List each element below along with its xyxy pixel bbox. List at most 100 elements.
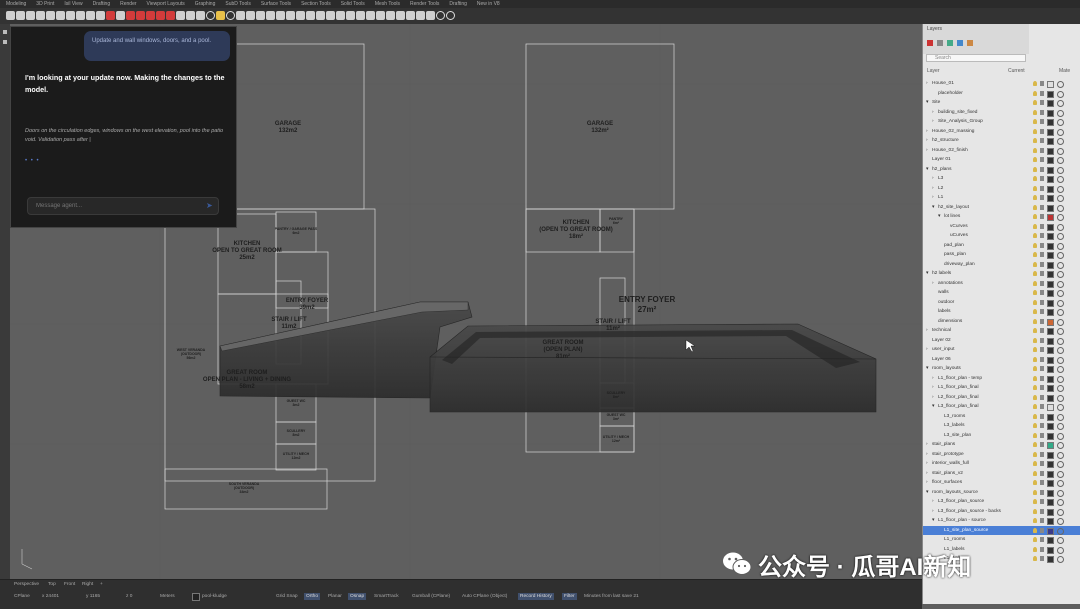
visibility-bulb-icon[interactable] [1033, 432, 1037, 438]
layer-color-swatch[interactable] [1047, 81, 1054, 88]
material-icon[interactable] [1057, 375, 1064, 383]
filter-icon[interactable] [947, 40, 953, 46]
menu-tab[interactable]: Solid Tools [341, 1, 365, 7]
menu-tab[interactable]: Surface Tools [261, 1, 291, 7]
visibility-bulb-icon[interactable] [1033, 309, 1037, 314]
lock-icon[interactable] [1040, 451, 1044, 457]
visibility-bulb-icon[interactable] [1033, 81, 1037, 86]
new-layer-icon[interactable] [927, 40, 933, 46]
lock-icon[interactable] [1040, 385, 1044, 390]
lock-icon[interactable] [1040, 442, 1044, 447]
toolbar-tool-icon[interactable] [356, 11, 365, 20]
layer-color-swatch[interactable] [1047, 461, 1054, 468]
visibility-bulb-icon[interactable] [1033, 138, 1037, 143]
lock-icon[interactable] [1040, 537, 1044, 542]
layer-swatch[interactable] [192, 593, 200, 601]
layer-color-swatch[interactable] [1047, 166, 1054, 174]
layer-color-swatch[interactable] [1047, 214, 1054, 221]
layer-row[interactable]: driveway_plan [923, 260, 1044, 270]
visibility-bulb-icon[interactable] [1033, 252, 1037, 257]
toolbar-tool-icon[interactable] [116, 11, 125, 20]
material-icon[interactable] [1057, 128, 1064, 136]
layer-color-swatch[interactable] [1047, 537, 1054, 544]
menu-tab[interactable]: 3D Print [36, 1, 54, 7]
material-icon[interactable] [1057, 290, 1064, 297]
layer-row[interactable]: › user_input [923, 345, 1032, 355]
layer-row[interactable]: labels [923, 307, 1038, 317]
material-icon[interactable] [1057, 489, 1064, 497]
message-input-box[interactable]: ➤ [27, 197, 219, 215]
visibility-bulb-icon[interactable] [1033, 375, 1037, 381]
toolbar-tool-icon[interactable] [266, 11, 275, 20]
layer-color-swatch[interactable] [1047, 100, 1054, 107]
material-icon[interactable] [1057, 280, 1064, 288]
layer-row[interactable]: Layer 02 [923, 336, 1032, 346]
material-icon[interactable] [1057, 337, 1064, 345]
layer-color-swatch[interactable] [1047, 508, 1054, 516]
layer-color-swatch[interactable] [1047, 432, 1054, 440]
layer-row[interactable]: › L2 [923, 184, 1038, 194]
lock-icon[interactable] [1040, 309, 1044, 314]
visibility-bulb-icon[interactable] [1033, 527, 1037, 533]
send-icon[interactable]: ➤ [206, 202, 214, 210]
move-up-icon[interactable] [957, 40, 963, 46]
toolbar-tool-icon[interactable] [336, 11, 345, 20]
menu-tab[interactable]: Render Tools [410, 1, 439, 7]
visibility-bulb-icon[interactable] [1033, 470, 1037, 476]
lock-icon[interactable] [1040, 337, 1044, 343]
visibility-bulb-icon[interactable] [1033, 204, 1037, 210]
visibility-bulb-icon[interactable] [1033, 147, 1037, 153]
layer-row[interactable]: ▾ h2_plans [923, 165, 1032, 175]
visibility-bulb-icon[interactable] [1033, 280, 1037, 286]
toolbar-tool-icon[interactable] [276, 11, 285, 20]
material-icon[interactable] [1057, 480, 1064, 487]
layer-color-swatch[interactable] [1047, 518, 1054, 525]
menu-tab[interactable]: Isil View [64, 1, 82, 7]
material-icon[interactable] [1057, 138, 1064, 145]
autocplane-toggle[interactable]: Auto CPlane (Object) [462, 594, 507, 599]
toolbar-tool-icon[interactable] [156, 11, 165, 20]
visibility-bulb-icon[interactable] [1033, 461, 1037, 466]
material-icon[interactable] [1057, 546, 1064, 554]
visibility-bulb-icon[interactable] [1033, 556, 1037, 561]
message-input[interactable] [34, 202, 198, 210]
material-icon[interactable] [1057, 499, 1064, 506]
visibility-bulb-icon[interactable] [1033, 299, 1037, 305]
toolbar-tool-icon[interactable] [306, 11, 315, 20]
material-icon[interactable] [1057, 271, 1064, 278]
planar-toggle[interactable]: Planar [328, 594, 342, 599]
lock-icon[interactable] [1040, 233, 1044, 238]
material-icon[interactable] [1057, 442, 1064, 449]
visibility-bulb-icon[interactable] [1033, 185, 1037, 191]
layer-color-swatch[interactable] [1047, 242, 1054, 250]
material-icon[interactable] [1057, 451, 1064, 459]
current-layer[interactable]: pool-kludge [202, 594, 227, 599]
lock-icon[interactable] [1040, 480, 1044, 485]
smarttrack-toggle[interactable]: SmartTrack [374, 594, 399, 599]
material-icon[interactable] [1057, 423, 1064, 430]
layer-color-swatch[interactable] [1047, 347, 1054, 354]
material-icon[interactable] [1057, 157, 1064, 164]
visibility-bulb-icon[interactable] [1033, 366, 1037, 371]
layer-row[interactable]: › interior_walls_full [923, 459, 1032, 469]
toolbar-tool-icon[interactable] [236, 11, 245, 20]
viewport-tab-top[interactable]: Top [48, 582, 56, 587]
toolbar-tool-icon[interactable] [136, 11, 145, 20]
material-icon[interactable] [1057, 347, 1064, 354]
toolbar-tool-icon[interactable] [406, 11, 415, 20]
visibility-bulb-icon[interactable] [1033, 261, 1037, 267]
ortho-toggle[interactable]: Ortho [304, 593, 320, 600]
layer-color-swatch[interactable] [1047, 185, 1054, 193]
visibility-bulb-icon[interactable] [1033, 537, 1037, 542]
lock-icon[interactable] [1040, 489, 1044, 495]
visibility-bulb-icon[interactable] [1033, 328, 1037, 333]
toolbar-tool-icon[interactable] [96, 11, 105, 20]
layer-color-swatch[interactable] [1047, 480, 1054, 487]
layer-row[interactable]: › L3_floor_plan_source - backs [923, 507, 1038, 517]
material-icon[interactable] [1057, 404, 1064, 411]
toolbar-tool-icon[interactable] [286, 11, 295, 20]
toolbar-tool-icon[interactable] [56, 11, 65, 20]
layer-color-swatch[interactable] [1047, 299, 1054, 307]
visibility-bulb-icon[interactable] [1033, 318, 1037, 324]
layer-color-swatch[interactable] [1047, 176, 1054, 183]
